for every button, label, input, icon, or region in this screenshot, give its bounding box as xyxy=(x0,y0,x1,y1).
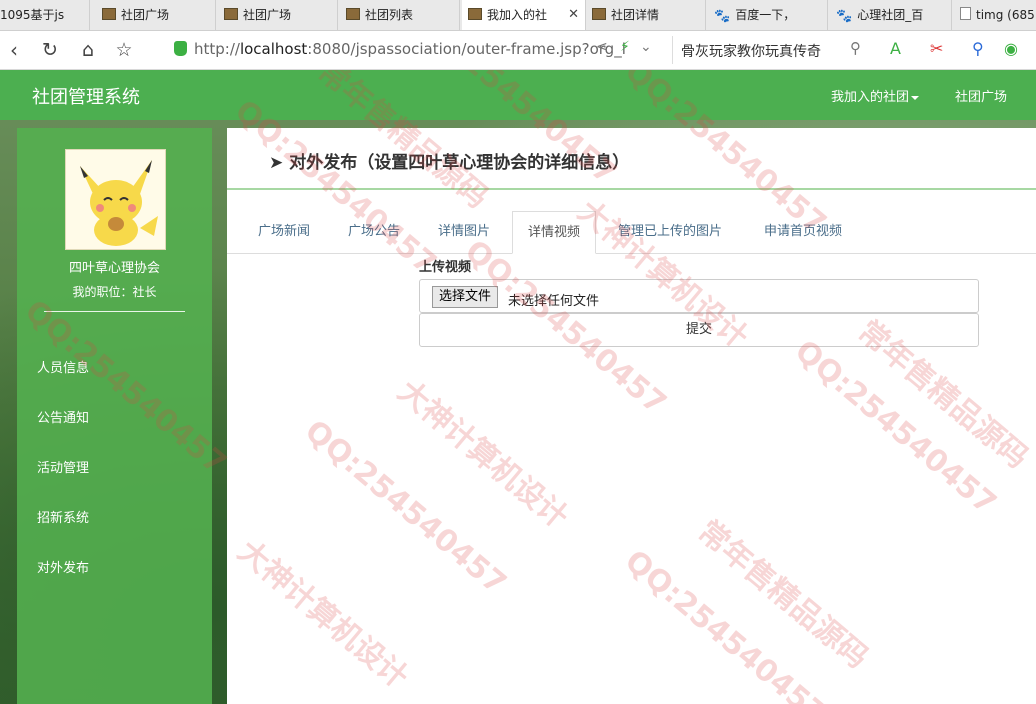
browser-tab[interactable]: 🐾 心理社团_百 xyxy=(830,0,952,30)
tab-label: 百度一下， xyxy=(735,8,796,22)
page-favicon-icon xyxy=(102,8,116,20)
page-favicon-icon xyxy=(224,8,238,20)
tab-label: timg (685 xyxy=(976,8,1035,22)
choose-file-button[interactable]: 选择文件 xyxy=(432,286,499,308)
url-prefix: http:// xyxy=(194,40,240,58)
tab-label: 社团广场 xyxy=(121,8,170,22)
tab-label: 心理社团_百 xyxy=(857,8,924,22)
top-navbar: 社团管理系统 我加入的社团 社团广场 xyxy=(0,70,1036,120)
close-tab-icon[interactable]: ✕ xyxy=(568,0,579,30)
browser-tab[interactable]: 社团广场 xyxy=(96,0,216,30)
brand-title[interactable]: 社团管理系统 xyxy=(32,83,140,109)
browser-tab[interactable]: 社团详情 xyxy=(586,0,706,30)
lightning-icon[interactable]: ⚡ xyxy=(620,39,630,55)
nav-joined-label: 我加入的社团 xyxy=(831,90,910,105)
search-suggestion: 骨灰玩家教你玩真传奇 xyxy=(681,44,821,60)
upload-video-label: 上传视频 xyxy=(419,260,472,275)
tab-label: 我加入的社 xyxy=(487,8,548,22)
translate-icon[interactable]: A xyxy=(890,39,901,58)
page-favicon-icon xyxy=(346,8,360,20)
page-favicon-icon xyxy=(468,8,482,20)
url-field[interactable]: http://localhost:8080/jspassociation/out… xyxy=(194,40,626,58)
tab-label: 1095基于js xyxy=(0,8,65,22)
paper-plane-icon: ➤ xyxy=(269,153,284,173)
baidu-paw-icon: 🐾 xyxy=(836,9,853,24)
nav-square-link[interactable]: 社团广场 xyxy=(955,86,1007,105)
page-background: 社团管理系统 我加入的社团 社团广场 四叶草心理协会 我的职位：社长 人员信息 … xyxy=(0,70,1036,704)
gamepad-icon[interactable]: ◉ xyxy=(1004,39,1018,58)
sidebar-divider xyxy=(44,311,185,312)
secure-shield-icon xyxy=(174,41,187,56)
member-role: 我的职位：社长 xyxy=(72,285,157,299)
tab-label: 社团广场 xyxy=(243,8,292,22)
page-favicon-icon xyxy=(592,8,606,20)
file-status-text: 未选择任何文件 xyxy=(508,294,600,309)
browser-tab-bar: 1095基于js 社团广场 社团广场 社团列表 我加入的社 ✕ 社团详情 🐾 百度一… xyxy=(0,0,1036,31)
main-panel: ➤ 对外发布（设置四叶草心理协会的详细信息） 广场新闻 广场公告 详情图片 详情视… xyxy=(227,128,1036,704)
sidebar-item-notices[interactable]: 公告通知 xyxy=(37,407,89,426)
home-icon[interactable]: ⌂ xyxy=(76,37,100,63)
reload-icon[interactable]: ↻ xyxy=(38,37,62,63)
page-title: ➤ 对外发布（设置四叶草心理协会的详细信息） xyxy=(269,148,629,173)
sidebar-item-publish[interactable]: 对外发布 xyxy=(37,557,89,576)
magnifier-icon[interactable]: ⚲ xyxy=(972,39,984,58)
browser-tab[interactable]: 1095基于js xyxy=(0,0,90,30)
tab-label: 社团详情 xyxy=(611,8,660,22)
share-icon[interactable]: ⋖ xyxy=(596,39,608,55)
sidebar-item-recruitment[interactable]: 招新系统 xyxy=(37,507,89,526)
tab-square-news[interactable]: 广场新闻 xyxy=(243,211,325,253)
url-path: :8080/jspassociation/outer-frame.jsp?org… xyxy=(307,40,626,58)
scissors-icon[interactable]: ✂ xyxy=(930,39,943,58)
pikachu-avatar-icon xyxy=(66,150,165,249)
address-bar-row: ‹ ↻ ⌂ ☆ http://localhost:8080/jspassocia… xyxy=(0,31,1036,70)
submit-button[interactable]: 提交 xyxy=(419,313,979,347)
browser-tab-active[interactable]: 我加入的社 ✕ xyxy=(462,0,586,30)
tab-square-notice[interactable]: 广场公告 xyxy=(333,211,415,253)
caret-down-icon xyxy=(911,95,920,100)
title-underline xyxy=(227,188,1036,190)
browser-tab[interactable]: 社团列表 xyxy=(340,0,460,30)
browser-tab[interactable]: 🐾 百度一下， xyxy=(708,0,828,30)
tab-strip: 广场新闻 广场公告 详情图片 详情视频 管理已上传的图片 申请首页视频 xyxy=(227,211,1036,254)
url-host: localhost xyxy=(239,40,308,58)
browser-tab[interactable]: timg (685 xyxy=(954,0,1036,30)
page-title-text: 对外发布（设置四叶草心理协会的详细信息） xyxy=(289,153,630,173)
tab-manage-images[interactable]: 管理已上传的图片 xyxy=(603,211,737,253)
star-icon[interactable]: ☆ xyxy=(112,37,136,63)
org-name: 四叶草心理协会 xyxy=(68,261,160,276)
tab-apply-home-video[interactable]: 申请首页视频 xyxy=(749,211,857,253)
document-icon xyxy=(960,7,971,20)
tab-detail-video[interactable]: 详情视频 xyxy=(512,211,597,254)
tab-detail-images[interactable]: 详情图片 xyxy=(423,211,505,253)
sidebar: 四叶草心理协会 我的职位：社长 人员信息 公告通知 活动管理 招新系统 对外发布 xyxy=(17,128,212,704)
chevron-down-icon[interactable]: ⌄ xyxy=(640,39,652,55)
file-input[interactable]: 选择文件 未选择任何文件 xyxy=(419,279,979,313)
avatar xyxy=(65,149,166,250)
search-icon[interactable]: ⚲ xyxy=(850,39,861,57)
search-input[interactable]: 骨灰玩家教你玩真传奇 ⚲ xyxy=(672,36,869,64)
browser-tab[interactable]: 社团广场 xyxy=(218,0,338,30)
nav-joined-dropdown[interactable]: 我加入的社团 xyxy=(831,86,920,105)
tab-label: 社团列表 xyxy=(365,8,414,22)
sidebar-item-members[interactable]: 人员信息 xyxy=(37,357,89,376)
back-icon[interactable]: ‹ xyxy=(2,37,26,63)
sidebar-item-activities[interactable]: 活动管理 xyxy=(37,457,89,476)
baidu-paw-icon: 🐾 xyxy=(714,9,731,24)
